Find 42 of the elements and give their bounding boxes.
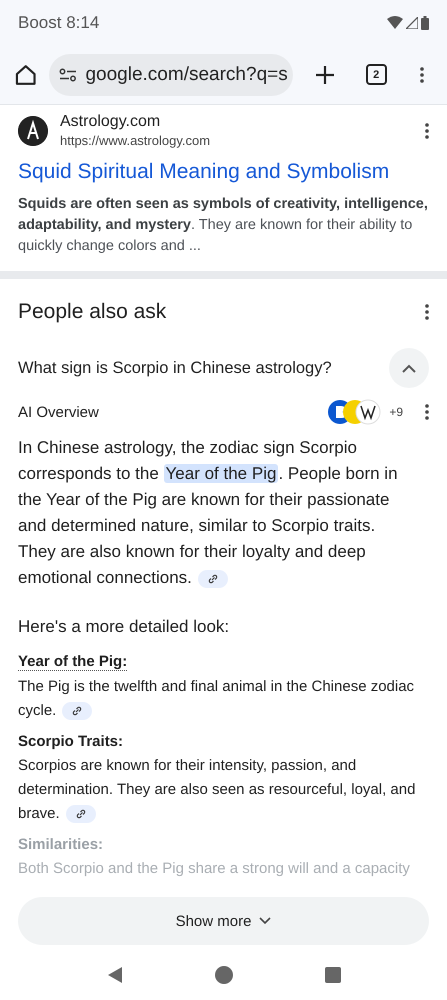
site-settings-icon bbox=[59, 68, 78, 82]
subsection-heading: Similarities: bbox=[18, 836, 104, 853]
home-icon[interactable] bbox=[14, 62, 38, 86]
section-heading: People also ask bbox=[18, 300, 166, 324]
subsection-text: The Pig is the twelfth and final animal in the Chinese zodiac cycle. bbox=[18, 677, 416, 722]
back-icon[interactable] bbox=[106, 966, 124, 984]
site-logo-icon bbox=[18, 116, 48, 146]
ai-overview-label: AI Overview bbox=[18, 404, 99, 420]
tab-count-button[interactable]: 2 bbox=[366, 64, 387, 85]
more-options-icon[interactable] bbox=[425, 122, 429, 138]
chevron-down-icon bbox=[259, 917, 272, 925]
signal-icon bbox=[406, 16, 418, 28]
link-icon bbox=[206, 572, 219, 585]
chevron-up-icon bbox=[402, 364, 416, 372]
link-icon bbox=[71, 705, 84, 718]
overview-lead: Here's a more detailed look: bbox=[18, 617, 230, 637]
source-favicons-drawing[interactable] bbox=[327, 399, 382, 425]
site-url: https://www.astrology.com bbox=[60, 133, 212, 148]
subsection-text: Both Scorpio and the Pig share a strong will and a capacity bbox=[18, 859, 411, 879]
link-icon bbox=[74, 808, 87, 820]
overview-paragraph: In Chinese astrology, the zodiac sign Scorpio corresponds to the Year of the Pig. People born in the Year of the Pig are known for their passionate and determined nature, similar to Scorpio traits. They are also known for their loyalty and deep emotional connections. bbox=[18, 437, 399, 590]
link-chip[interactable] bbox=[198, 570, 228, 588]
subsection-text: Scorpios are known for their intensity, passion, and determination. They are also seen as resourceful, loyal, and brave. bbox=[18, 756, 416, 826]
status-text: Boost 8:14 bbox=[18, 12, 100, 32]
menu-icon[interactable] bbox=[420, 66, 424, 82]
source-count: +9 bbox=[389, 405, 403, 419]
more-options-icon[interactable] bbox=[425, 304, 429, 320]
question-text[interactable]: What sign is Scorpio in Chinese astrology? bbox=[18, 358, 332, 378]
more-options-icon[interactable] bbox=[425, 404, 429, 420]
link-chip[interactable] bbox=[66, 805, 96, 824]
recents-icon[interactable] bbox=[325, 967, 342, 983]
wifi-icon bbox=[387, 16, 403, 29]
subsection-heading: Year of the Pig: bbox=[18, 653, 128, 671]
site-name: Astrology.com bbox=[60, 113, 162, 131]
link-chip[interactable] bbox=[62, 702, 92, 720]
result-title-link[interactable]: Squid Spiritual Meaning and Symbolism bbox=[18, 160, 429, 184]
show-more-button[interactable]: Show more bbox=[18, 897, 429, 945]
new-tab-icon[interactable] bbox=[315, 64, 336, 84]
subsection-heading: Scorpio Traits: bbox=[18, 733, 124, 750]
battery-icon bbox=[421, 16, 429, 30]
address-bar[interactable]: google.com/search?q=s bbox=[49, 54, 294, 96]
result-snippet: Squids are often seen as symbols of creativity, intelligence, adaptability, and mystery. They are known for their ability to quickly change colors and ... bbox=[18, 195, 429, 256]
